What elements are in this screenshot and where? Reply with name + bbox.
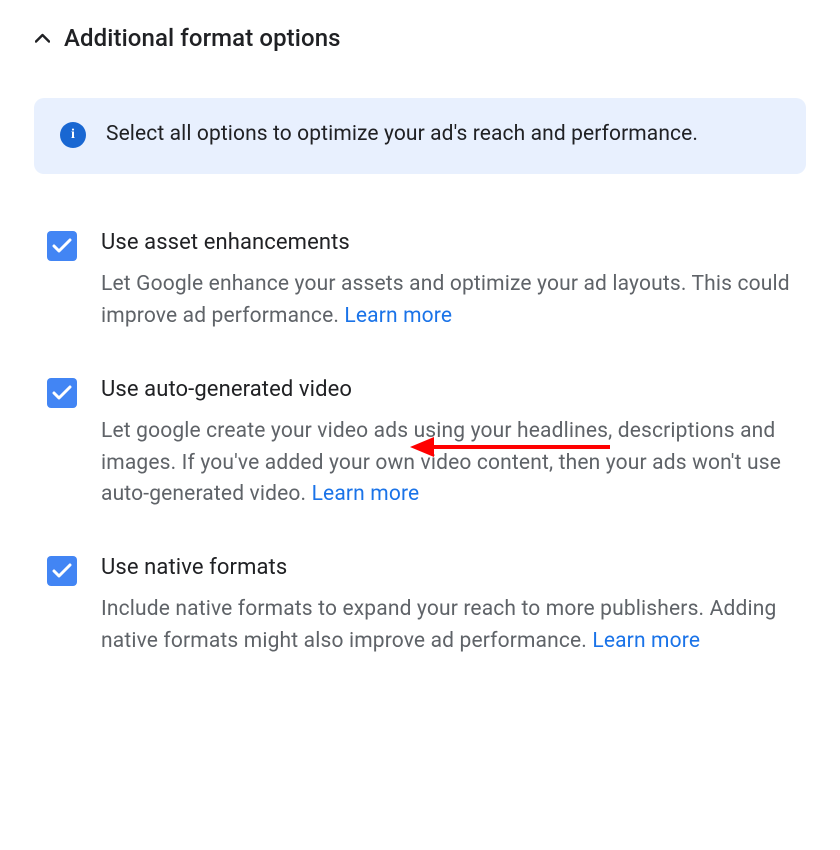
option-title: Use native formats <box>101 555 796 580</box>
section-header[interactable]: Additional format options <box>34 24 806 52</box>
learn-more-link[interactable]: Learn more <box>312 482 420 506</box>
option-auto-generated-video: Use auto-generated video Let google crea… <box>47 377 796 512</box>
info-icon: i <box>60 122 86 148</box>
option-description: Let Google enhance your assets and optim… <box>101 269 796 333</box>
learn-more-link[interactable]: Learn more <box>344 304 452 328</box>
checkbox-asset-enhancements[interactable] <box>47 231 77 261</box>
option-title: Use auto-generated video <box>101 377 796 402</box>
option-title: Use asset enhancements <box>101 230 796 255</box>
checkbox-auto-generated-video[interactable] <box>47 378 77 408</box>
learn-more-link[interactable]: Learn more <box>592 629 700 653</box>
option-description: Let google create your video ads using y… <box>101 416 796 512</box>
option-native-formats: Use native formats Include native format… <box>47 555 796 658</box>
option-asset-enhancements: Use asset enhancements Let Google enhanc… <box>47 230 796 333</box>
option-description: Include native formats to expand your re… <box>101 594 796 658</box>
chevron-up-icon <box>34 30 50 46</box>
options-list: Use asset enhancements Let Google enhanc… <box>34 230 806 658</box>
info-banner-text: Select all options to optimize your ad's… <box>106 120 698 150</box>
checkbox-native-formats[interactable] <box>47 556 77 586</box>
info-banner: i Select all options to optimize your ad… <box>34 98 806 174</box>
section-title: Additional format options <box>64 24 341 52</box>
